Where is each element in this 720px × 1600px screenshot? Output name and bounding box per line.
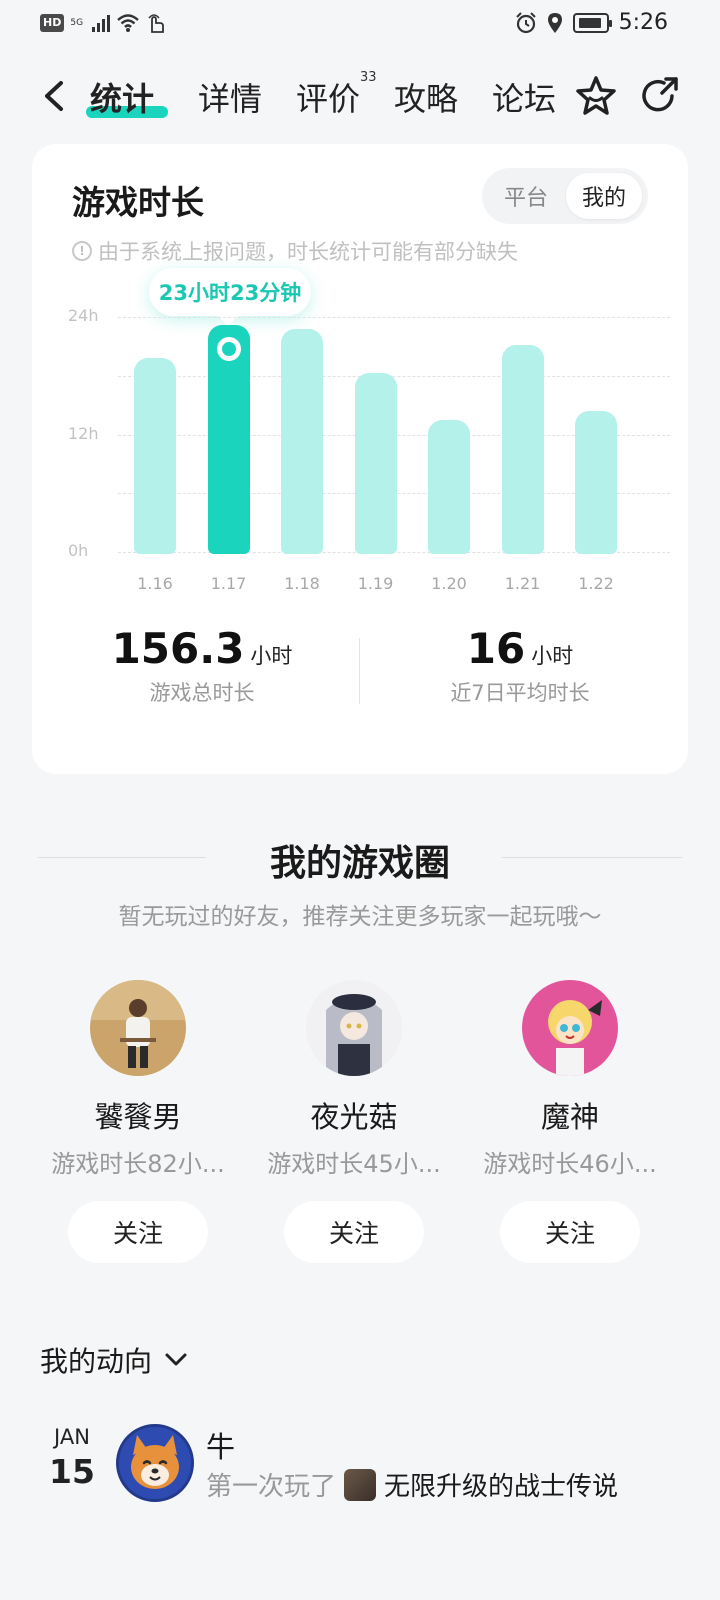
battery-icon [572, 12, 612, 33]
average-playtime-label: 近7日平均时长 [450, 681, 590, 705]
location-icon [547, 12, 562, 33]
y-tick-label: 0h [68, 541, 89, 560]
signal-icon [92, 14, 111, 32]
activity-username[interactable]: 牛 [206, 1424, 235, 1466]
back-button[interactable] [36, 76, 70, 116]
x-tick-label: 1.22 [578, 574, 614, 593]
friend-playtime: 游戏时长82小... [51, 1150, 225, 1178]
chart-bar[interactable] [428, 419, 470, 554]
activity-month: JAN [54, 1425, 90, 1449]
activity-prefix: 第一次玩了 [206, 1472, 337, 1502]
activity-avatar[interactable] [116, 1424, 194, 1502]
x-tick-label: 1.18 [284, 574, 320, 593]
game-circle-title: 我的游戏圈 [269, 843, 450, 884]
gesture-hand-icon [148, 14, 165, 33]
x-tick-label: 1.16 [137, 574, 173, 593]
activity-game-title[interactable]: 无限升级的战士传说 [384, 1466, 618, 1503]
chart-bar[interactable] [354, 372, 397, 554]
status-left: HD 5G [40, 12, 166, 34]
activity-header-label: 我的动向 [40, 1345, 153, 1378]
x-tick-label: 1.21 [504, 574, 541, 593]
tab-stats[interactable]: 统计 [90, 74, 154, 120]
chart-bar[interactable] [281, 328, 323, 554]
tab-guides[interactable]: 攻略 [394, 74, 458, 120]
follow-button[interactable]: 关注 [68, 1201, 208, 1263]
follow-button[interactable]: 关注 [500, 1201, 640, 1263]
status-bar: HD 5G 5:26 [0, 0, 720, 48]
activity-description: 第一次玩了 无限升级的战士传说 [206, 1466, 618, 1503]
chart-gridline [118, 375, 670, 377]
friend-name: 夜光菇 [310, 1100, 398, 1134]
friend-card: 饕餮男 游戏时长82小... 关注 [30, 980, 246, 1263]
network-type: 5G [70, 17, 84, 28]
total-playtime-label: 游戏总时长 [149, 681, 255, 705]
favorite-button[interactable] [574, 74, 618, 118]
y-tick-label: 12h [68, 424, 99, 443]
status-right: 5:26 [515, 10, 668, 35]
tab-forum[interactable]: 论坛 [492, 74, 556, 120]
activity-day: 15 [49, 1452, 95, 1491]
activity-filter[interactable]: 我的动向 [40, 1340, 188, 1380]
friend-card: 夜光菇 游戏时长45小... 关注 [246, 980, 462, 1263]
friend-name: 饕餮男 [94, 1100, 182, 1134]
share-button[interactable] [638, 74, 682, 118]
reviews-count-badge: 33 [360, 70, 377, 85]
x-tick-label: 1.20 [431, 574, 467, 593]
x-tick-label: 1.19 [357, 574, 394, 593]
x-tick-label: 1.17 [210, 574, 247, 593]
avatar[interactable] [90, 980, 186, 1076]
y-tick-label: 24h [68, 306, 99, 325]
total-playtime: 156.3 小时 游戏总时长 [52, 624, 352, 707]
game-icon [344, 1468, 377, 1501]
total-playtime-value: 156.3 [111, 624, 245, 673]
selected-bar-tooltip: 23小时23分钟 [149, 268, 311, 316]
average-playtime-unit: 小时 [531, 644, 574, 668]
avatar[interactable] [306, 980, 402, 1076]
chart-bar[interactable] [134, 358, 176, 554]
chart-bar[interactable] [501, 345, 544, 554]
friend-playtime: 游戏时长45小... [267, 1150, 441, 1178]
chart-gridline [118, 317, 670, 318]
share-icon [642, 77, 678, 112]
playtime-card: 游戏时长 平台 我的 ! 由于系统上报问题，时长统计可能有部分缺失 24h 12… [32, 144, 688, 774]
alarm-icon [515, 11, 536, 33]
tab-details[interactable]: 详情 [198, 74, 262, 120]
top-nav: 统计 详情 评价 33 攻略 论坛 [0, 66, 720, 130]
star-icon [576, 76, 616, 115]
average-playtime: 16 小时 近7日平均时长 [370, 624, 670, 707]
stat-divider [359, 638, 360, 704]
game-circle-subtitle: 暂无玩过的好友，推荐关注更多玩家一起玩哦～ [118, 904, 602, 930]
chart-bar[interactable] [575, 411, 617, 554]
friend-name: 魔神 [540, 1100, 599, 1134]
average-playtime-value: 16 [466, 624, 526, 673]
friend-playtime: 游戏时长46小... [483, 1150, 657, 1178]
friend-card: 魔神 游戏时长46小... 关注 [462, 980, 678, 1263]
wifi-icon [117, 14, 140, 32]
chevron-down-icon [165, 1353, 187, 1366]
tab-reviews[interactable]: 评价 [296, 74, 360, 120]
hd-badge: HD [40, 14, 65, 32]
selected-bar-marker [216, 336, 241, 361]
total-playtime-unit: 小时 [250, 644, 293, 668]
back-arrow-icon [45, 81, 63, 111]
follow-button[interactable]: 关注 [284, 1201, 424, 1263]
avatar[interactable] [522, 980, 618, 1076]
clock: 5:26 [618, 10, 668, 35]
